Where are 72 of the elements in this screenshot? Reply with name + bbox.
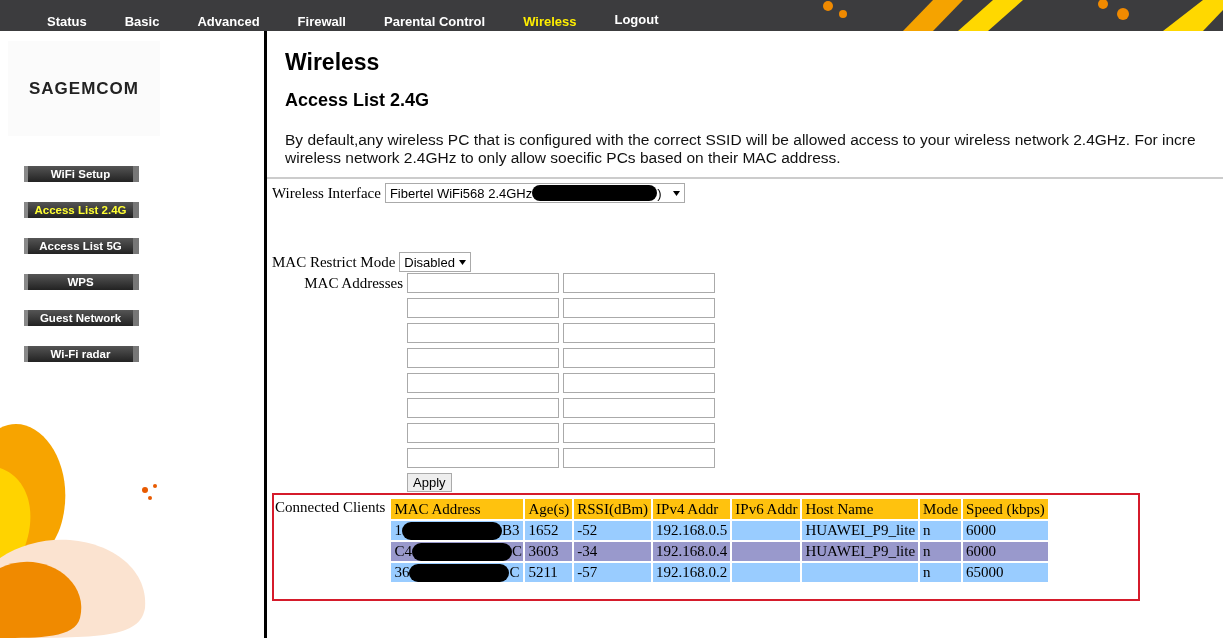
- column-header: MAC Address: [391, 499, 524, 519]
- table-cell: HUAWEI_P9_lite: [802, 542, 919, 561]
- page-title: Wireless: [285, 49, 381, 76]
- nav-tab[interactable]: Status: [47, 14, 87, 31]
- mac-input-field[interactable]: [407, 323, 559, 343]
- table-cell: n: [920, 563, 962, 582]
- table-cell: 6000: [963, 521, 1048, 540]
- nav-tab[interactable]: Parental Control: [384, 14, 486, 31]
- sidebar-item[interactable]: Guest Network: [24, 310, 139, 326]
- mac-input-field[interactable]: [407, 273, 559, 293]
- table-cell: [732, 542, 801, 561]
- table-cell: C4 C: [391, 542, 524, 561]
- table-cell: 1652: [525, 521, 573, 540]
- column-header: Host Name: [802, 499, 919, 519]
- column-header: Mode: [920, 499, 962, 519]
- table-cell: [732, 521, 801, 540]
- table-cell: n: [920, 521, 962, 540]
- mac-input-field[interactable]: [407, 398, 559, 418]
- table-cell: [732, 563, 801, 582]
- mac-input-field[interactable]: [563, 398, 715, 418]
- field-label: MAC Addresses: [303, 275, 403, 293]
- section-title: Access List 2.4G: [285, 90, 431, 111]
- nav-tab[interactable]: Wireless: [523, 14, 577, 31]
- sidebar-item[interactable]: Access List 2.4G: [24, 202, 139, 218]
- restrict-mode-dropdown[interactable]: Disabled: [399, 252, 471, 272]
- column-header: Age(s): [525, 499, 573, 519]
- mac-input-field[interactable]: [407, 298, 559, 318]
- mac-input-field[interactable]: [563, 423, 715, 443]
- sidebar-item[interactable]: Access List 5G: [24, 238, 139, 254]
- mac-input-field[interactable]: [407, 348, 559, 368]
- table-cell: n: [920, 542, 962, 561]
- interface-dropdown[interactable]: Fibertel WiFi568 2.4GHz ): [384, 183, 685, 203]
- mac-input-field[interactable]: [563, 323, 715, 343]
- table-cell: -34: [574, 542, 652, 561]
- table-cell: -52: [574, 521, 652, 540]
- table-cell: -57: [574, 563, 652, 582]
- logo: SAGEMCOM: [29, 78, 139, 99]
- table-cell: 65000: [963, 563, 1048, 582]
- table-cell: 5211: [525, 563, 573, 582]
- column-header: RSSI(dBm): [574, 499, 652, 519]
- nav-tab[interactable]: Firewall: [297, 14, 346, 31]
- mac-input-field[interactable]: [407, 423, 559, 443]
- mac-input-field[interactable]: [407, 448, 559, 468]
- apply-button[interactable]: Apply: [407, 473, 452, 492]
- mac-input-field[interactable]: [563, 448, 715, 468]
- mac-input-field[interactable]: [407, 373, 559, 393]
- description-text: By default,any wireless PC that is configured with the correct SSID will be allowed access to your wireless network 2.4GHz. For incre: [285, 131, 1197, 149]
- mac-input-field[interactable]: [563, 298, 715, 318]
- column-header: IPv4 Addr: [653, 499, 731, 519]
- table-cell: 6000: [963, 542, 1048, 561]
- sidebar-item[interactable]: WPS: [24, 274, 139, 290]
- field-label: Wireless Interface: [272, 184, 381, 202]
- column-header: IPv6 Addr: [732, 499, 801, 519]
- nav-tab[interactable]: Advanced: [197, 14, 260, 31]
- table-cell: 192.168.0.4: [653, 542, 731, 561]
- table-label: Connected Clients: [275, 499, 386, 516]
- sidebar-item[interactable]: WiFi Setup: [24, 166, 139, 182]
- description-text: wireless network 2.4GHz to only allow soecific PCs based on their MAC address.: [285, 149, 842, 167]
- table-cell: 36 C: [391, 563, 524, 582]
- table-cell: 192.168.0.2: [653, 563, 731, 582]
- field-label: MAC Restrict Mode: [272, 253, 396, 271]
- table-cell: 1 B3: [391, 521, 524, 540]
- sidebar-item[interactable]: Wi-Fi radar: [24, 346, 139, 362]
- table-cell: 192.168.0.5: [653, 521, 731, 540]
- column-header: Speed (kbps): [963, 499, 1048, 519]
- table-cell: HUAWEI_P9_lite: [802, 521, 919, 540]
- mac-input-field[interactable]: [563, 273, 715, 293]
- nav-tab[interactable]: Logout: [614, 12, 659, 31]
- nav-tab[interactable]: Basic: [124, 14, 160, 31]
- table-cell: 3603: [525, 542, 573, 561]
- mac-input-field[interactable]: [563, 373, 715, 393]
- mac-input-field[interactable]: [563, 348, 715, 368]
